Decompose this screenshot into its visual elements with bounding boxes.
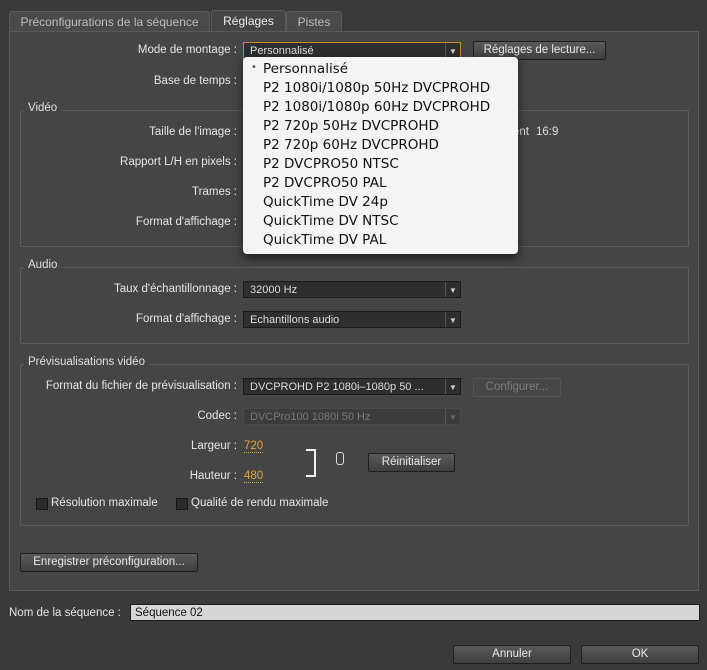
- menu-item[interactable]: QuickTime DV 24p: [263, 193, 388, 212]
- chevron-down-icon: ▼: [445, 409, 460, 424]
- frame-size-label: Taille de l'image :: [149, 126, 237, 138]
- selected-marker: •: [251, 62, 257, 73]
- width-label: Largeur :: [190, 440, 237, 452]
- menu-item[interactable]: P2 720p 50Hz DVCPROHD: [263, 117, 439, 136]
- menu-item[interactable]: QuickTime DV NTSC: [263, 212, 399, 231]
- menu-item[interactable]: P2 1080i/1080p 60Hz DVCPROHD: [263, 98, 490, 117]
- audio-group-title: Audio: [24, 259, 62, 271]
- sequence-name-field[interactable]: Séquence 02: [130, 604, 700, 621]
- audio-group: [20, 267, 689, 344]
- codec-dropdown[interactable]: DVCPro100 1080i 50 Hz ▼: [243, 408, 461, 425]
- chevron-down-icon: ▼: [445, 43, 460, 58]
- fields-label: Trames :: [192, 186, 237, 198]
- chevron-down-icon: ▼: [445, 282, 460, 297]
- audio-display-format-label: Format d'affichage :: [135, 313, 237, 325]
- link-bracket: [306, 449, 316, 477]
- height-label: Hauteur :: [189, 470, 237, 482]
- tab-sequence-presets[interactable]: Préconfigurations de la séquence: [9, 11, 210, 32]
- menu-item[interactable]: P2 DVCPRO50 NTSC: [263, 155, 399, 174]
- codec-label: Codec :: [197, 410, 237, 422]
- preview-file-format-label: Format du fichier de prévisualisation :: [45, 380, 237, 392]
- video-display-format-label: Format d'affichage :: [135, 216, 237, 228]
- chevron-down-icon: ▼: [445, 379, 460, 394]
- timebase-label: Base de temps :: [153, 75, 237, 87]
- max-resolution-label: Résolution maximale: [51, 497, 158, 509]
- video-group-title: Vidéo: [24, 102, 62, 114]
- chevron-down-icon: ▼: [445, 312, 460, 327]
- sequence-name-label: Nom de la séquence :: [9, 607, 121, 619]
- ok-button[interactable]: OK: [581, 645, 699, 664]
- codec-value: DVCPro100 1080i 50 Hz: [250, 411, 371, 423]
- editing-mode-value: Personnalisé: [250, 45, 314, 57]
- sample-rate-dropdown[interactable]: 32000 Hz ▼: [243, 281, 461, 298]
- menu-item[interactable]: P2 720p 60Hz DVCPROHD: [263, 136, 439, 155]
- sample-rate-value: 32000 Hz: [250, 284, 298, 296]
- menu-item[interactable]: P2 DVCPRO50 PAL: [263, 174, 387, 193]
- reset-button[interactable]: Réinitialiser: [368, 453, 455, 472]
- editing-mode-menu: • Personnalisé P2 1080i/1080p 50Hz DVCPR…: [243, 57, 518, 254]
- tab-settings[interactable]: Réglages: [211, 10, 286, 33]
- menu-item[interactable]: P2 1080i/1080p 50Hz DVCPROHD: [263, 79, 490, 98]
- menu-item[interactable]: QuickTime DV PAL: [263, 231, 386, 250]
- tab-tracks[interactable]: Pistes: [286, 11, 342, 32]
- aspect-value: 16:9: [536, 126, 559, 138]
- editing-mode-label: Mode de montage :: [137, 44, 237, 56]
- menu-item[interactable]: Personnalisé: [263, 60, 348, 79]
- max-resolution-checkbox[interactable]: [36, 498, 48, 510]
- height-value[interactable]: 480: [244, 470, 264, 483]
- max-quality-label: Qualité de rendu maximale: [191, 497, 329, 509]
- cancel-button[interactable]: Annuler: [453, 645, 571, 664]
- pixel-aspect-label: Rapport L/H en pixels :: [120, 156, 237, 168]
- width-value[interactable]: 720: [244, 440, 264, 453]
- save-preset-button[interactable]: Enregistrer préconfiguration...: [20, 553, 198, 572]
- configure-button[interactable]: Configurer...: [473, 378, 561, 397]
- audio-display-format-value: Echantillons audio: [250, 314, 340, 326]
- preview-group-title: Prévisualisations vidéo: [24, 356, 149, 368]
- preview-file-format-value: DVCPROHD P2 1080i–1080p 50 ...: [250, 381, 424, 393]
- sample-rate-label: Taux d'échantillonnage :: [113, 283, 237, 295]
- link-icon[interactable]: [336, 452, 344, 465]
- max-quality-checkbox[interactable]: [176, 498, 188, 510]
- audio-display-format-dropdown[interactable]: Echantillons audio ▼: [243, 311, 461, 328]
- preview-file-format-dropdown[interactable]: DVCPROHD P2 1080i–1080p 50 ... ▼: [243, 378, 461, 395]
